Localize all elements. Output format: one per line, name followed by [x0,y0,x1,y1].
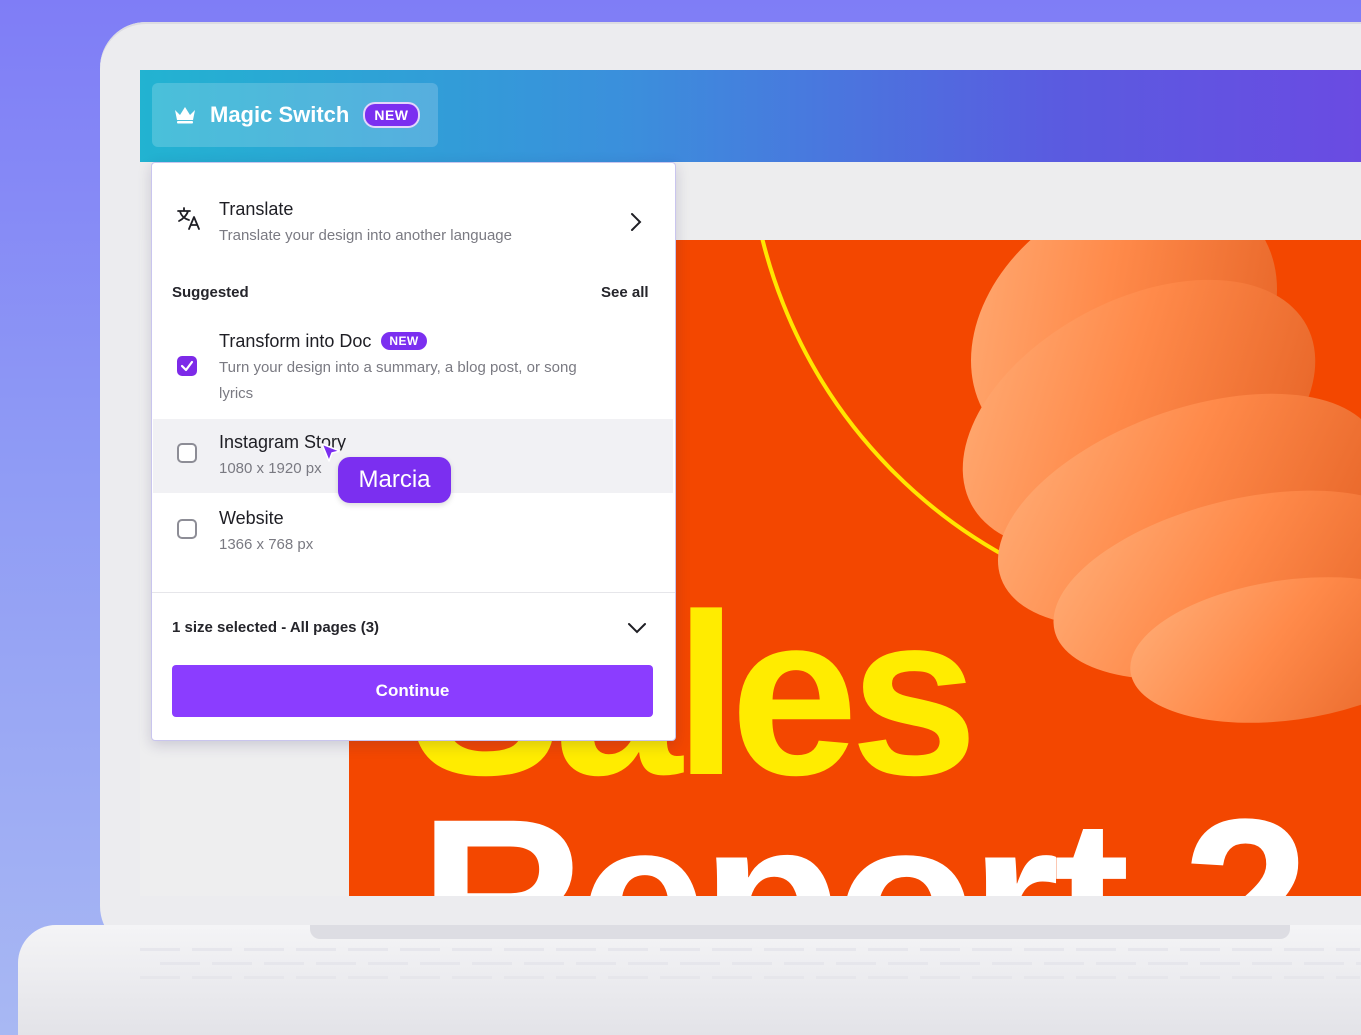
translate-icon [177,207,200,230]
option-subtitle: 1080 x 1920 px [219,460,322,477]
option-title-text: Transform into Doc [219,331,372,351]
translate-title: Translate [219,199,294,219]
option-subtitle-continued: lyrics [219,385,254,402]
magic-switch-label: Magic Switch [210,102,350,127]
size-selected-dropdown[interactable]: 1 size selected - All pages (3) [172,619,379,636]
keyboard-row [160,962,1361,965]
option-website[interactable]: Website 1366 x 768 px [153,495,673,569]
editor-top-bar: Magic Switch NEW [140,70,1361,162]
continue-button[interactable]: Continue [172,665,653,717]
design-headline-report: Report 2 [419,785,1310,897]
crown-icon [175,107,195,124]
laptop-hinge [310,925,1290,939]
checkbox-transform-into-doc[interactable] [177,356,197,376]
magic-switch-button[interactable]: Magic Switch NEW [152,83,438,147]
keyboard-row [140,948,1360,951]
panel-divider [152,592,675,593]
checkmark-icon [180,360,194,372]
chevron-down-icon[interactable] [626,621,648,635]
translate-option[interactable]: Translate Translate your design into ano… [152,183,675,263]
option-title: Website [219,508,284,528]
option-subtitle: 1366 x 768 px [219,536,314,553]
magic-switch-panel: Translate Translate your design into ano… [151,162,676,741]
chevron-right-icon [631,213,642,231]
suggested-label: Suggested [172,284,249,301]
stage: Magic Switch NEW Sales Report 2 Translat [0,0,1361,1035]
option-subtitle: Turn your design into a summary, a blog … [219,359,577,376]
option-transform-into-doc[interactable]: Transform into Doc NEW Turn your design i… [153,321,673,417]
keyboard-row [140,976,1360,979]
see-all-link[interactable]: See all [601,284,649,301]
collaborator-name-tag: Marcia [338,457,451,503]
checkbox-instagram-story[interactable] [177,443,197,463]
cursor-arrow-icon [321,443,341,462]
laptop-keyboard-deck [18,925,1361,1035]
checkbox-website[interactable] [177,519,197,539]
new-badge: NEW [363,102,420,128]
translate-subtitle: Translate your design into another langu… [219,227,512,244]
new-badge: NEW [381,332,427,350]
option-title: Transform into Doc NEW [219,331,427,352]
